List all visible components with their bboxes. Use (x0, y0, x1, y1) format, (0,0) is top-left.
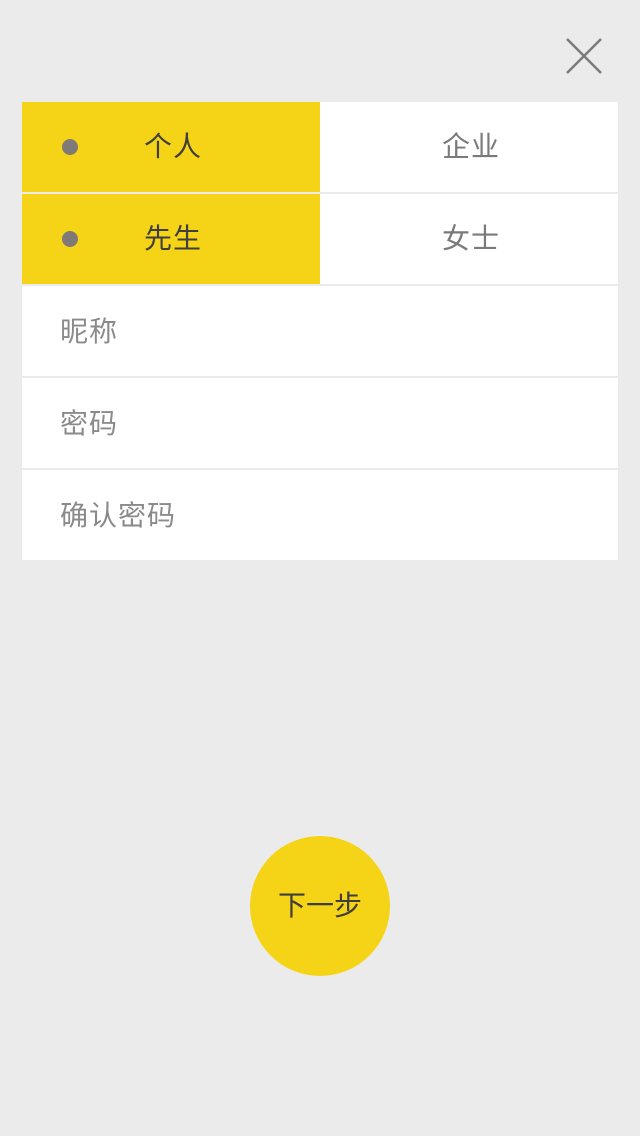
confirm-password-row (22, 470, 618, 560)
next-step-button[interactable]: 下一步 (250, 836, 390, 976)
password-input[interactable] (22, 378, 618, 468)
gender-ms-option[interactable]: 女士 (320, 194, 618, 284)
close-icon (566, 38, 602, 74)
gender-row: 先生 女士 (22, 194, 618, 284)
account-type-company-label: 企业 (442, 130, 501, 163)
gender-mr-option[interactable]: 先生 (22, 194, 320, 284)
registration-form: 个人 企业 先生 女士 (22, 102, 618, 560)
gender-ms-label: 女士 (442, 222, 501, 255)
nickname-row (22, 286, 618, 376)
account-type-company-option[interactable]: 企业 (320, 102, 618, 192)
close-button[interactable] (556, 32, 612, 80)
password-row (22, 378, 618, 468)
selected-dot-icon (62, 231, 78, 247)
selected-dot-icon (62, 139, 78, 155)
nickname-input[interactable] (22, 286, 618, 376)
account-type-row: 个人 企业 (22, 102, 618, 192)
account-type-personal-label: 个人 (144, 130, 203, 163)
gender-mr-label: 先生 (144, 222, 203, 255)
confirm-password-input[interactable] (22, 470, 618, 560)
account-type-personal-option[interactable]: 个人 (22, 102, 320, 192)
